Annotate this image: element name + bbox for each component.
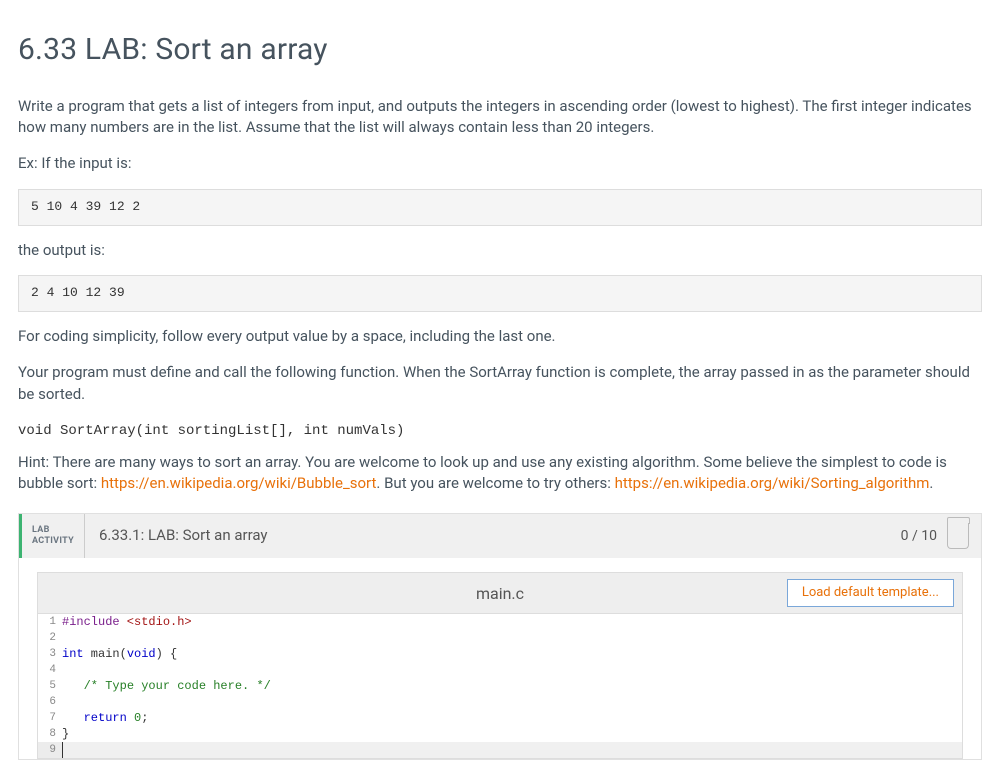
function-signature: void SortArray(int sortingList[], int nu…	[18, 419, 982, 441]
cursor-icon	[62, 742, 63, 758]
code-line[interactable]	[62, 742, 962, 758]
lab-subtitle: 6.33.1: LAB: Sort an array	[85, 514, 901, 558]
example-input-label: Ex: If the input is:	[18, 153, 982, 175]
example-output-block: 2 4 10 12 39	[18, 275, 982, 312]
lab-score-text: 0 / 10	[901, 526, 937, 546]
simplicity-note: For coding simplicity, follow every outp…	[18, 326, 982, 348]
line-number: 9	[38, 742, 62, 758]
sorting-algorithm-link[interactable]: https://en.wikipedia.org/wiki/Sorting_al…	[615, 474, 930, 492]
lab-score-area: 0 / 10	[901, 514, 981, 558]
filename-label: main.c	[476, 582, 524, 605]
code-editor[interactable]: 1 #include <stdio.h> 2 3 int main(void) …	[37, 614, 963, 759]
code-line[interactable]: int main(void) {	[62, 646, 962, 662]
line-number: 4	[38, 662, 62, 678]
lab-activity-label: LAB ACTIVITY	[22, 514, 85, 558]
function-signature-code: void SortArray(int sortingList[], int nu…	[18, 423, 404, 439]
code-line[interactable]: /* Type your code here. */	[62, 678, 962, 694]
shield-icon	[947, 523, 969, 549]
code-line[interactable]	[62, 662, 962, 678]
page-title: 6.33 LAB: Sort an array	[18, 28, 982, 72]
bubble-sort-link[interactable]: https://en.wikipedia.org/wiki/Bubble_sor…	[101, 474, 377, 492]
line-number: 7	[38, 710, 62, 726]
example-input-block: 5 10 4 39 12 2	[18, 189, 982, 226]
hint-text-end: .	[929, 474, 933, 492]
function-description: Your program must define and call the fo…	[18, 362, 982, 406]
lab-activity-line1: LAB	[32, 525, 74, 536]
lab-activity-line2: ACTIVITY	[32, 536, 74, 547]
load-default-template-button[interactable]: Load default template...	[787, 579, 954, 607]
line-number: 5	[38, 678, 62, 694]
lab-header: LAB ACTIVITY 6.33.1: LAB: Sort an array …	[19, 514, 981, 558]
line-number: 2	[38, 630, 62, 646]
hint-paragraph: Hint: There are many ways to sort an arr…	[18, 452, 982, 496]
code-line[interactable]	[62, 630, 962, 646]
file-tab-bar: main.c Load default template...	[37, 572, 963, 614]
line-number: 3	[38, 646, 62, 662]
code-line[interactable]	[62, 694, 962, 710]
code-line[interactable]: return 0;	[62, 710, 962, 726]
code-line[interactable]: #include <stdio.h>	[62, 614, 962, 630]
hint-text-mid: . But you are welcome to try others:	[376, 474, 614, 492]
line-number: 6	[38, 694, 62, 710]
intro-paragraph: Write a program that gets a list of inte…	[18, 96, 982, 140]
lab-body: main.c Load default template... 1 #inclu…	[19, 558, 981, 759]
lab-panel: LAB ACTIVITY 6.33.1: LAB: Sort an array …	[18, 513, 982, 760]
line-number: 8	[38, 726, 62, 742]
line-number: 1	[38, 614, 62, 630]
code-line[interactable]: }	[62, 726, 962, 742]
example-output-label: the output is:	[18, 240, 982, 262]
